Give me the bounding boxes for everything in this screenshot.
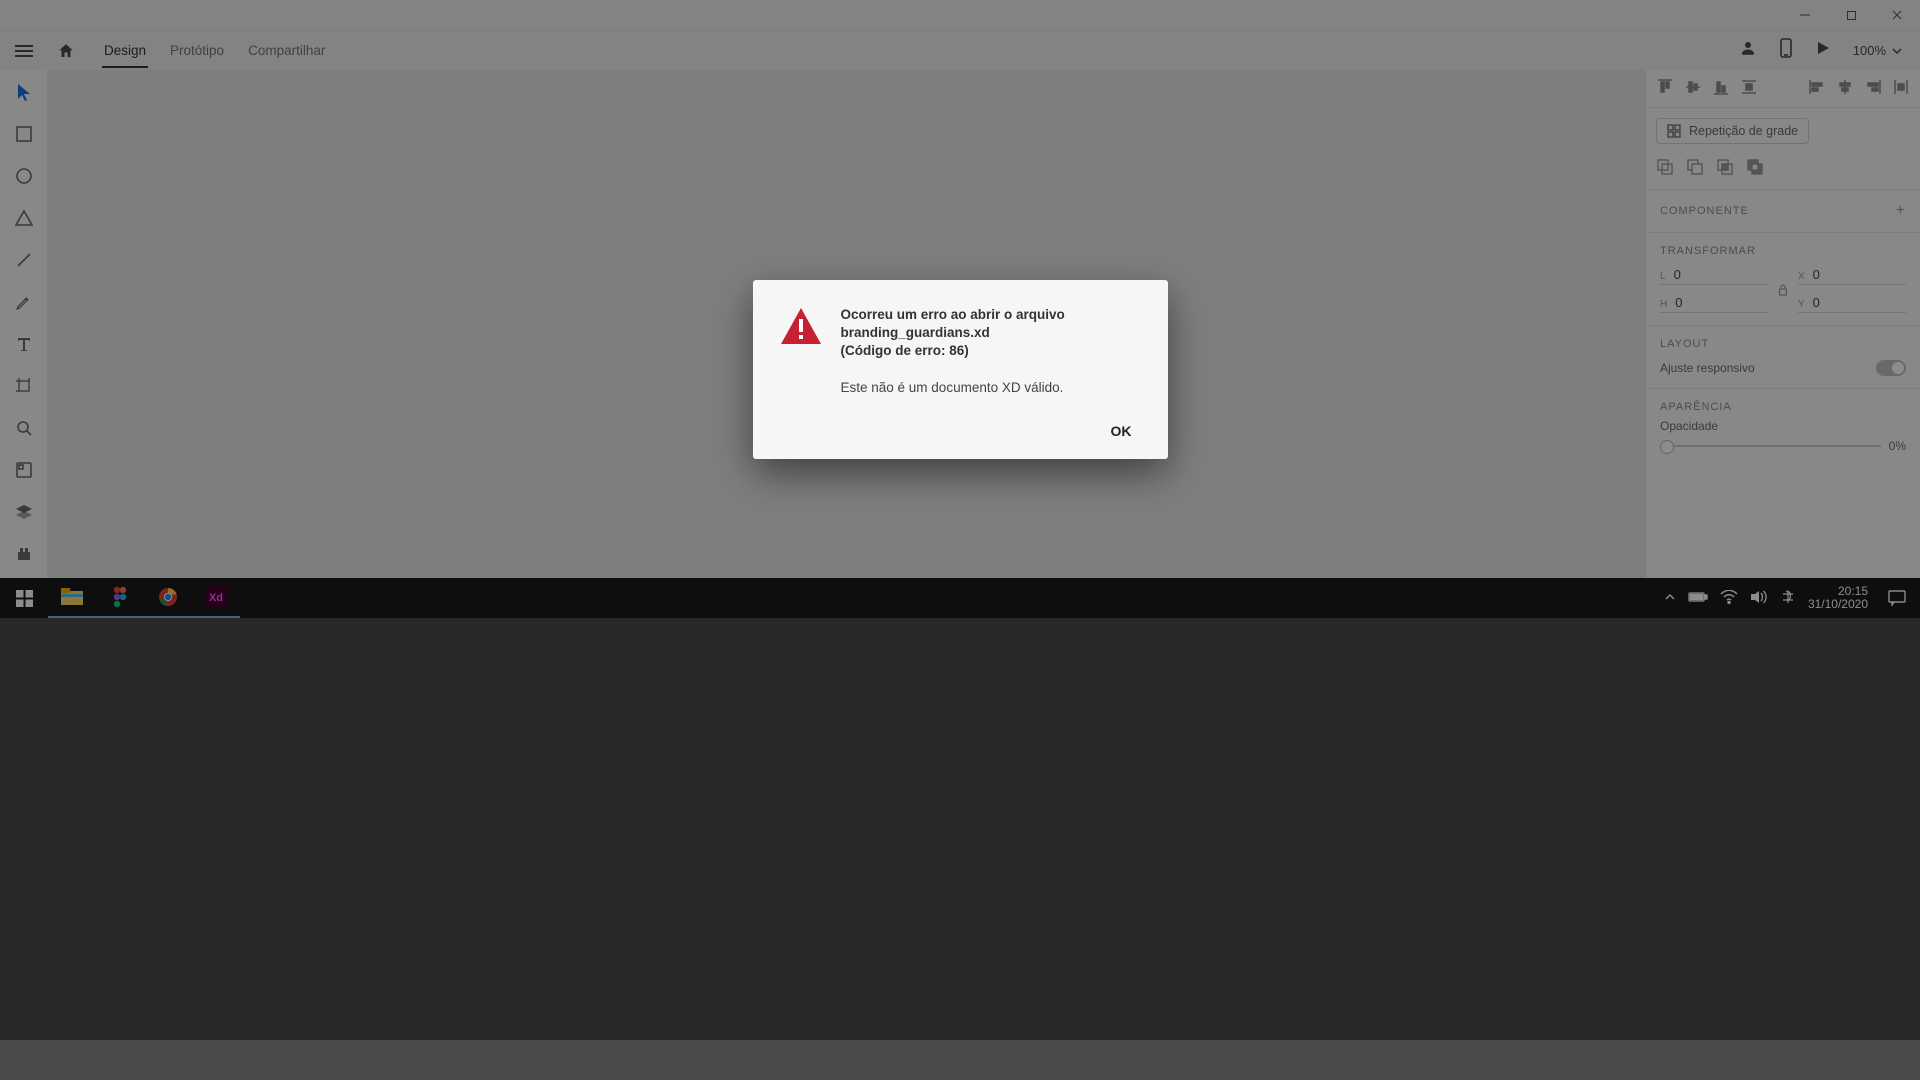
error-dialog: Ocorreu um erro ao abrir o arquivo brand… (753, 280, 1168, 459)
dialog-title-line2: branding_guardians.xd (841, 325, 990, 340)
dialog-title-line1: Ocorreu um erro ao abrir o arquivo (841, 307, 1065, 322)
ok-button[interactable]: OK (1101, 417, 1142, 445)
warning-icon (779, 306, 823, 397)
modal-overlay: Ocorreu um erro ao abrir o arquivo brand… (0, 0, 1920, 1040)
dialog-title-line3: (Código de erro: 86) (841, 343, 969, 358)
workspace: Repetição de grade COMPONENTE + TRANSFOR… (0, 70, 1920, 578)
dialog-body-text: Este não é um documento XD válido. (841, 379, 1065, 397)
